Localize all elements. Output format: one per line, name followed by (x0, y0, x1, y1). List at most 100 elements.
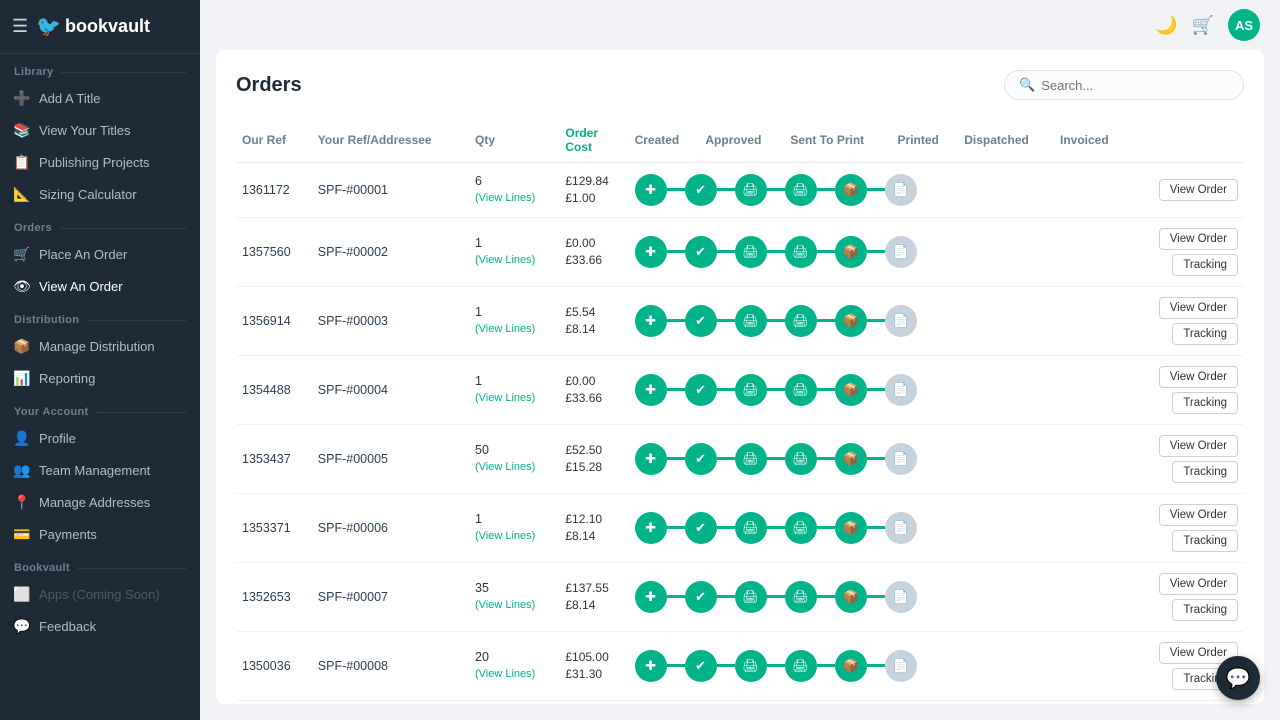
section-orders: Orders (0, 210, 200, 238)
pipeline-step-5: 📄 (885, 581, 917, 613)
pipeline-step-1: ✔ (685, 581, 717, 613)
sidebar-item-view-order[interactable]: 👁 View An Order (0, 270, 200, 302)
cell-pipeline: ✚✔🖨🖨📦📄 (629, 217, 1130, 286)
pipeline-step-0: ✚ (635, 581, 667, 613)
pipe-line-2 (767, 595, 785, 598)
view-order-button[interactable]: View Order (1159, 573, 1238, 595)
card-icon: 💳 (14, 526, 30, 542)
tracking-button[interactable]: Tracking (1172, 323, 1238, 345)
cell-pipeline: ✚✔🖨🖨📦📄 (629, 493, 1130, 562)
sidebar-item-publishing[interactable]: 📋 Publishing Projects (0, 146, 200, 178)
sidebar-label-add-title: Add A Title (39, 91, 100, 106)
cell-your-ref: SPF-#00004 (312, 355, 469, 424)
sidebar-label-reporting: Reporting (39, 371, 95, 386)
pipeline-step-3: 🖨 (785, 305, 817, 337)
eye-icon: 👁 (14, 278, 30, 294)
cell-your-ref: SPF-#00006 (312, 493, 469, 562)
sidebar-item-profile[interactable]: 👤 Profile (0, 422, 200, 454)
tracking-button[interactable]: Tracking (1172, 599, 1238, 621)
avatar[interactable]: AS (1228, 9, 1260, 41)
sidebar-header: ☰ 🐦 bookvault (0, 0, 200, 54)
pipeline-step-0: ✚ (635, 174, 667, 206)
qty-value: 1 (475, 235, 553, 253)
sidebar-item-place-order[interactable]: 🛒 Place An Order (0, 238, 200, 270)
pipeline-step-1: ✔ (685, 650, 717, 682)
view-lines-link[interactable]: (View Lines) (475, 391, 553, 406)
pipe-line-2 (767, 319, 785, 322)
view-lines-link[interactable]: (View Lines) (475, 667, 553, 682)
cell-qty: 1 (View Lines) (469, 286, 559, 355)
pipeline-step-4: 📦 (835, 236, 867, 268)
view-order-button[interactable]: View Order (1159, 179, 1238, 201)
main-area: 🌙 🛒 AS Orders 🔍 Our Ref Your Ref/Address… (200, 0, 1280, 720)
sidebar-item-manage-distribution[interactable]: 📦 Manage Distribution (0, 330, 200, 362)
qty-value: 50 (475, 442, 553, 460)
view-order-button[interactable]: View Order (1159, 228, 1238, 250)
view-lines-link[interactable]: (View Lines) (475, 529, 553, 544)
books-icon: 📚 (14, 122, 30, 138)
view-order-button[interactable]: View Order (1159, 366, 1238, 388)
pipeline-step-4: 📦 (835, 374, 867, 406)
pipeline-step-1: ✔ (685, 174, 717, 206)
cell-your-ref: SPF-#00008 (312, 631, 469, 700)
sidebar-label-view-titles: View Your Titles (39, 123, 131, 138)
cell-actions: View Order Tracking (1130, 424, 1244, 493)
cost-value-1: £0.00 (565, 235, 622, 252)
sidebar-label-team: Team Management (39, 463, 150, 478)
col-invoiced: Invoiced (1054, 118, 1130, 163)
chat-bubble[interactable]: 💬 (1216, 656, 1260, 700)
pipeline-step-5: 📄 (885, 174, 917, 206)
sidebar-item-add-title[interactable]: ➕ Add A Title (0, 82, 200, 114)
view-lines-link[interactable]: (View Lines) (475, 598, 553, 613)
table-row: 1357560 SPF-#00002 1 (View Lines) £0.00 … (236, 217, 1244, 286)
view-lines-link[interactable]: (View Lines) (475, 253, 553, 268)
view-order-button[interactable]: View Order (1159, 504, 1238, 526)
sidebar-item-sizing[interactable]: 📐 Sizing Calculator (0, 178, 200, 210)
qty-value: 6 (475, 173, 553, 191)
search-input[interactable] (1041, 78, 1229, 93)
cost-value-1: £105.00 (565, 649, 622, 666)
col-created: Created (629, 118, 700, 163)
pipeline-step-4: 📦 (835, 650, 867, 682)
view-order-button[interactable]: View Order (1159, 297, 1238, 319)
pipeline-step-5: 📄 (885, 650, 917, 682)
pipeline-step-4: 📦 (835, 174, 867, 206)
cell-qty: 1 (View Lines) (469, 217, 559, 286)
chart-icon: 📊 (14, 370, 30, 386)
sidebar: ☰ 🐦 bookvault Library ➕ Add A Title 📚 Vi… (0, 0, 200, 720)
pipeline-step-5: 📄 (885, 374, 917, 406)
view-lines-link[interactable]: (View Lines) (475, 460, 553, 475)
sidebar-item-reporting[interactable]: 📊 Reporting (0, 362, 200, 394)
cost-value-1: £5.54 (565, 304, 622, 321)
cell-our-ref: 1357560 (236, 217, 312, 286)
sidebar-item-addresses[interactable]: 📍 Manage Addresses (0, 486, 200, 518)
pipe-line-0 (667, 595, 685, 598)
sidebar-item-view-titles[interactable]: 📚 View Your Titles (0, 114, 200, 146)
cost-value-2: £33.66 (565, 390, 622, 407)
sidebar-item-feedback[interactable]: 💬 Feedback (0, 610, 200, 642)
cell-our-ref: 1352653 (236, 562, 312, 631)
cost-value-2: £8.14 (565, 528, 622, 545)
cost-value-2: £8.14 (565, 321, 622, 338)
tracking-button[interactable]: Tracking (1172, 254, 1238, 276)
cost-value-1: £0.00 (565, 373, 622, 390)
col-actions (1130, 118, 1244, 163)
tracking-button[interactable]: Tracking (1172, 461, 1238, 483)
view-lines-link[interactable]: (View Lines) (475, 322, 553, 337)
sidebar-label-apps: Apps (Coming Soon) (39, 587, 160, 602)
hamburger-icon[interactable]: ☰ (12, 16, 28, 37)
view-lines-link[interactable]: (View Lines) (475, 191, 553, 206)
tracking-button[interactable]: Tracking (1172, 530, 1238, 552)
pipe-line-4 (867, 250, 885, 253)
pipeline-step-1: ✔ (685, 443, 717, 475)
cost-value-2: £8.14 (565, 597, 622, 614)
sidebar-label-publishing: Publishing Projects (39, 155, 150, 170)
cart-topbar-icon[interactable]: 🛒 (1192, 15, 1214, 36)
sidebar-item-payments[interactable]: 💳 Payments (0, 518, 200, 550)
theme-toggle-icon[interactable]: 🌙 (1155, 15, 1177, 36)
pipeline-step-3: 🖨 (785, 581, 817, 613)
tracking-button[interactable]: Tracking (1172, 392, 1238, 414)
section-bookvault: Bookvault (0, 550, 200, 578)
view-order-button[interactable]: View Order (1159, 435, 1238, 457)
sidebar-item-team[interactable]: 👥 Team Management (0, 454, 200, 486)
